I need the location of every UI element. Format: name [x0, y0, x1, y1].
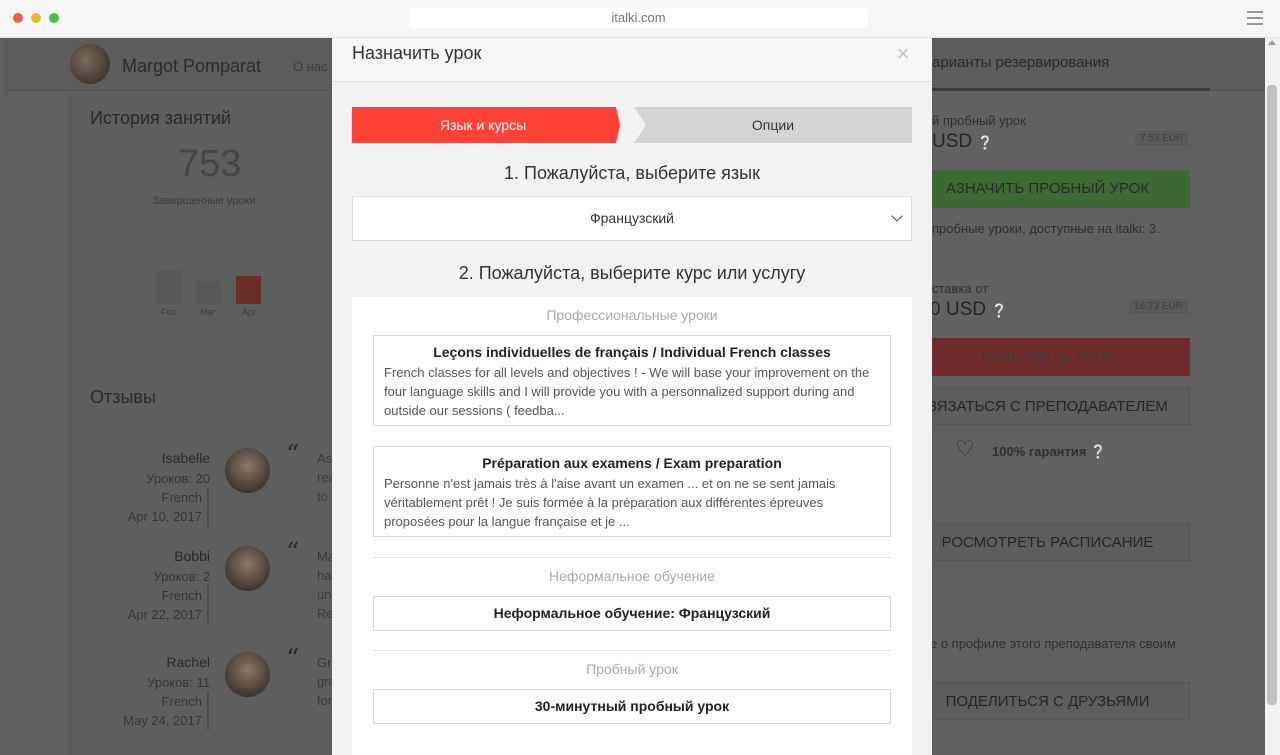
close-icon[interactable]: ×	[894, 41, 912, 67]
course-description: French classes for all levels and object…	[384, 365, 870, 418]
teacher-name: Margot Pomparat	[122, 56, 262, 76]
reviewer-name: Bobbi	[174, 548, 210, 564]
category-informal: Неформальное обучение	[549, 568, 715, 584]
heart-icon: ♡	[955, 436, 975, 461]
review-divider	[207, 488, 209, 526]
trial-label: й пробный урок	[932, 113, 1026, 128]
browser-toolbar: italki.com	[0, 0, 1280, 38]
rate-label: ставка от	[932, 281, 989, 296]
rate-price-eur: 16.73 EUR	[1129, 299, 1188, 314]
booking-options-tab[interactable]: Варианты резервирования	[922, 54, 1109, 71]
share-button[interactable]: ПОДЕЛИТЬСЯ С ДРУЗЬЯМИ	[905, 682, 1190, 720]
month-label: Feb	[161, 307, 177, 317]
minimize-window-button[interactable]	[31, 13, 41, 23]
book-lesson-button[interactable]: НАЗНАЧИТЬ УРОК	[905, 338, 1190, 376]
help-icon[interactable]: ❔	[991, 303, 1007, 318]
lessons-count: 753	[178, 143, 242, 185]
guarantee-label[interactable]: 100% гарантия ❔	[992, 444, 1106, 460]
lessons-label: Завершенные уроки	[152, 195, 256, 207]
book-trial-button[interactable]: АЗНАЧИТЬ ПРОБНЫЙ УРОК	[905, 170, 1190, 208]
reviewer-avatar	[225, 546, 270, 591]
scroll-thumb[interactable]	[1267, 85, 1277, 705]
reviewer-name: Isabelle	[161, 450, 210, 466]
course-list: Профессиональные уроки Leçons individuel…	[352, 297, 912, 755]
menu-icon[interactable]	[1247, 11, 1263, 25]
language-select[interactable]: Французский	[352, 196, 912, 241]
course-question: 2. Пожалуйста, выберите курс или услугу	[458, 263, 806, 283]
reviewer-avatar	[225, 652, 270, 697]
review-date: Apr 10, 2017	[127, 509, 202, 524]
review-divider	[207, 692, 209, 730]
help-icon[interactable]: ❔	[977, 135, 993, 150]
step-options[interactable]: Опции	[634, 107, 912, 143]
course-card-exam-preparation[interactable]: Préparation aux examens / Exam preparati…	[373, 446, 891, 537]
course-title: Leçons individuelles de français / Indiv…	[433, 344, 831, 360]
contact-teacher-button[interactable]: ВЯЗАТЬСЯ С ПРЕПОДАВАТЕЛЕМ	[905, 387, 1190, 425]
about-link[interactable]: О нас	[293, 59, 328, 74]
close-window-button[interactable]	[13, 13, 23, 23]
rate-price: 0 USD ❔	[930, 299, 1008, 320]
trial-price-eur: 7.53 EUR	[1135, 131, 1189, 146]
address-bar[interactable]: italki.com	[409, 8, 868, 28]
language-question: 1. Пожалуйста, выберите язык	[504, 163, 760, 183]
course-card-informal-french[interactable]: Неформальное обучение: Французский	[373, 596, 891, 631]
help-icon[interactable]: ❔	[1090, 444, 1106, 459]
modal-header: Назначить урок ×	[332, 38, 932, 82]
trial-price: USD ❔	[932, 131, 994, 152]
view-schedule-button[interactable]: РОСМОТРЕТЬ РАСПИСАНИЕ	[905, 523, 1190, 561]
modal-title: Назначить урок	[352, 43, 482, 63]
reviewer-lessons: Уроков: 11	[147, 675, 210, 690]
course-title: 30-минутный пробный урок	[534, 698, 730, 714]
chart-bar-mar	[196, 281, 221, 304]
quote-icon: “	[286, 538, 300, 568]
category-professional: Профессиональные уроки	[546, 307, 718, 323]
language-value: Французский	[590, 210, 674, 226]
quote-icon: “	[286, 644, 300, 674]
reviewer-language: French	[161, 490, 202, 505]
reviewer-lessons: Уроков: 20	[146, 471, 210, 486]
course-title: Неформальное обучение: Французский	[493, 605, 771, 621]
course-card-trial-lesson[interactable]: 30-минутный пробный урок	[373, 689, 891, 724]
scroll-up-arrow-icon[interactable]	[1268, 40, 1276, 45]
chart-bar-feb	[156, 270, 181, 304]
trial-note: пробные уроки, доступные на italki: 3.	[932, 221, 1160, 236]
maximize-window-button[interactable]	[49, 13, 59, 23]
chevron-down-icon	[891, 210, 903, 222]
month-label: Mar	[200, 307, 216, 317]
tab-underline	[905, 88, 1210, 91]
course-description: Personne n'est jamais très à l'aise avan…	[384, 476, 836, 529]
section-divider	[373, 650, 891, 651]
reviewer-lessons: Уроков: 2	[153, 569, 210, 584]
share-note: е о профиле этого преподавателя своим	[930, 636, 1176, 651]
month-label: Apr	[242, 307, 257, 317]
course-title: Préparation aux examens / Exam preparati…	[482, 455, 782, 471]
section-divider	[373, 557, 891, 558]
reviewer-language: French	[161, 694, 202, 709]
category-trial: Пробный урок	[586, 661, 678, 677]
reviewer-language: French	[161, 588, 202, 603]
reviewer-avatar	[225, 448, 270, 493]
quote-icon: “	[286, 440, 300, 470]
book-lesson-modal: Назначить урок × Язык и курсы Опции 1. П…	[332, 38, 932, 755]
course-card-individual-french[interactable]: Leçons individuelles de français / Indiv…	[373, 335, 891, 426]
review-divider	[207, 586, 209, 624]
step-language-courses[interactable]: Язык и курсы	[352, 107, 620, 143]
teacher-avatar	[70, 44, 110, 84]
reviewer-name: Rachel	[166, 654, 210, 670]
chart-bar-apr	[236, 276, 261, 304]
history-title: История занятий	[90, 108, 232, 128]
review-date: Apr 22, 2017	[127, 607, 202, 622]
reviews-title: Отзывы	[90, 387, 156, 407]
review-date: May 24, 2017	[123, 713, 202, 728]
